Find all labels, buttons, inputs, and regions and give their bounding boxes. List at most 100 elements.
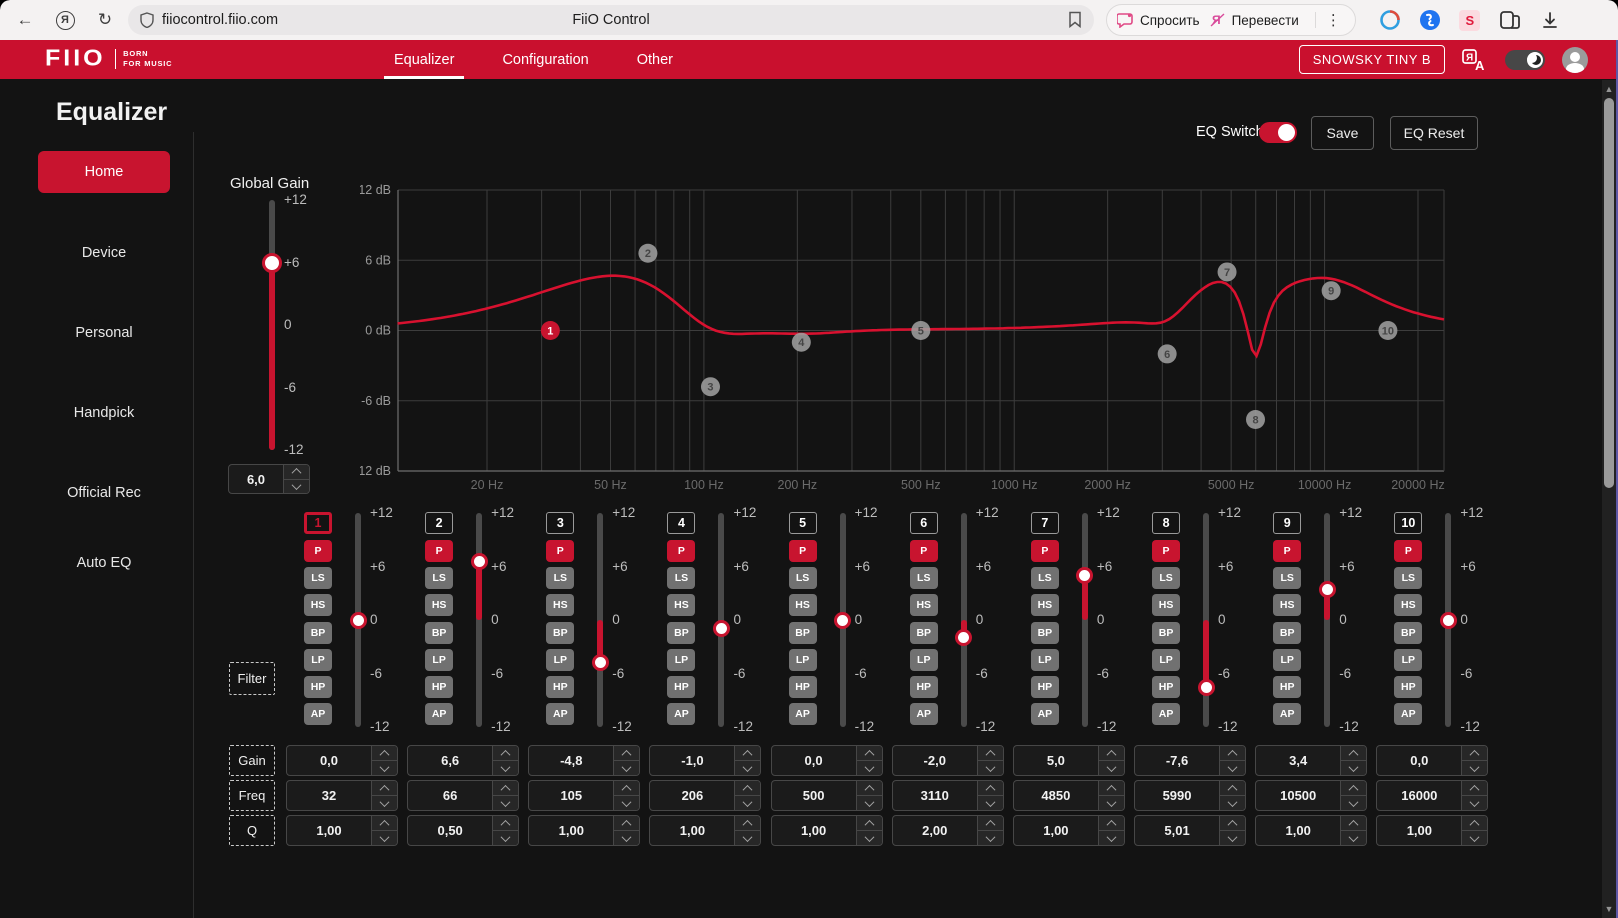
band-2-filter-hs-button[interactable]: HS — [425, 594, 453, 616]
band-6-select-button[interactable]: 6 — [910, 512, 938, 534]
tab-equalizer[interactable]: Equalizer — [392, 40, 456, 79]
band-9-gain-increment[interactable] — [1341, 746, 1366, 761]
band-3-gain-increment[interactable] — [614, 746, 639, 761]
band-10-gain-knob[interactable] — [1440, 612, 1457, 629]
band-marker-9[interactable]: 9 — [1322, 281, 1341, 300]
band-5-gain-decrement[interactable] — [857, 761, 882, 775]
band-9-q-decrement[interactable] — [1341, 831, 1366, 845]
band-4-q-decrement[interactable] — [735, 831, 760, 845]
band-5-q-increment[interactable] — [857, 816, 882, 831]
band-4-q-value[interactable]: 1,00 — [650, 816, 734, 845]
tab-groups-icon[interactable] — [1498, 8, 1522, 32]
band-5-filter-ap-button[interactable]: AP — [789, 703, 817, 725]
band-2-q-value[interactable]: 0,50 — [408, 816, 492, 845]
band-marker-8[interactable]: 8 — [1246, 410, 1265, 429]
band-1-freq-value[interactable]: 32 — [287, 781, 371, 810]
band-2-q-decrement[interactable] — [493, 831, 518, 845]
more-options-icon[interactable]: ⋮ — [1322, 11, 1345, 29]
band-3-select-button[interactable]: 3 — [546, 512, 574, 534]
band-1-gain-knob[interactable] — [350, 612, 367, 629]
band-4-freq-value[interactable]: 206 — [650, 781, 734, 810]
band-5-select-button[interactable]: 5 — [789, 512, 817, 534]
scrollbar-thumb[interactable] — [1604, 98, 1614, 488]
band-4-filter-hp-button[interactable]: HP — [667, 676, 695, 698]
band-10-gain-value[interactable]: 0,0 — [1377, 746, 1461, 775]
band-5-freq-value[interactable]: 500 — [772, 781, 856, 810]
sidebar-item-auto-eq[interactable]: Auto EQ — [38, 542, 170, 584]
save-button[interactable]: Save — [1311, 116, 1374, 150]
user-avatar[interactable] — [1562, 47, 1588, 73]
global-gain-increment[interactable] — [284, 465, 309, 480]
band-marker-1[interactable]: 1 — [541, 321, 560, 340]
band-6-gain-knob[interactable] — [955, 629, 972, 646]
band-5-freq-increment[interactable] — [857, 781, 882, 796]
band-4-gain-value[interactable]: -1,0 — [650, 746, 734, 775]
band-7-freq-value[interactable]: 4850 — [1014, 781, 1098, 810]
band-5-filter-ls-button[interactable]: LS — [789, 567, 817, 589]
band-1-filter-ls-button[interactable]: LS — [304, 567, 332, 589]
band-8-gain-decrement[interactable] — [1220, 761, 1245, 775]
band-8-q-value[interactable]: 5,01 — [1135, 816, 1219, 845]
band-10-filter-hp-button[interactable]: HP — [1394, 676, 1422, 698]
band-2-gain-increment[interactable] — [493, 746, 518, 761]
extension-circle-icon[interactable] — [1378, 8, 1402, 32]
band-3-gain-value[interactable]: -4,8 — [529, 746, 613, 775]
band-1-filter-ap-button[interactable]: AP — [304, 703, 332, 725]
band-marker-4[interactable]: 4 — [792, 333, 811, 352]
address-bar[interactable]: fiiocontrol.fiio.com FiiO Control — [128, 5, 1094, 35]
band-marker-10[interactable]: 10 — [1378, 321, 1397, 340]
band-6-filter-ap-button[interactable]: AP — [910, 703, 938, 725]
band-1-filter-hp-button[interactable]: HP — [304, 676, 332, 698]
band-9-q-increment[interactable] — [1341, 816, 1366, 831]
band-4-filter-hs-button[interactable]: HS — [667, 594, 695, 616]
band-10-gain-decrement[interactable] — [1462, 761, 1487, 775]
ask-button[interactable]: Спросить — [1140, 13, 1200, 28]
band-9-filter-hs-button[interactable]: HS — [1273, 594, 1301, 616]
band-9-q-value[interactable]: 1,00 — [1256, 816, 1340, 845]
band-1-freq-increment[interactable] — [372, 781, 397, 796]
band-6-gain-increment[interactable] — [978, 746, 1003, 761]
band-7-filter-p-button[interactable]: P — [1031, 540, 1059, 562]
band-3-q-decrement[interactable] — [614, 831, 639, 845]
band-5-filter-lp-button[interactable]: LP — [789, 649, 817, 671]
band-3-freq-decrement[interactable] — [614, 796, 639, 810]
language-translate-icon[interactable]: ЯA — [1462, 49, 1488, 71]
band-7-filter-ap-button[interactable]: AP — [1031, 703, 1059, 725]
band-7-filter-hp-button[interactable]: HP — [1031, 676, 1059, 698]
band-7-gain-increment[interactable] — [1099, 746, 1124, 761]
band-8-filter-p-button[interactable]: P — [1152, 540, 1180, 562]
scroll-down-arrow[interactable]: ▼ — [1604, 904, 1614, 914]
eq-reset-button[interactable]: EQ Reset — [1390, 116, 1478, 150]
band-4-filter-p-button[interactable]: P — [667, 540, 695, 562]
band-9-gain-decrement[interactable] — [1341, 761, 1366, 775]
band-7-filter-bp-button[interactable]: BP — [1031, 622, 1059, 644]
band-8-gain-value[interactable]: -7,6 — [1135, 746, 1219, 775]
band-2-gain-value[interactable]: 6,6 — [408, 746, 492, 775]
global-gain-knob[interactable] — [262, 253, 282, 273]
band-2-gain-decrement[interactable] — [493, 761, 518, 775]
band-7-gain-value[interactable]: 5,0 — [1014, 746, 1098, 775]
band-3-freq-increment[interactable] — [614, 781, 639, 796]
band-6-filter-ls-button[interactable]: LS — [910, 567, 938, 589]
band-1-q-decrement[interactable] — [372, 831, 397, 845]
band-2-filter-ls-button[interactable]: LS — [425, 567, 453, 589]
band-9-freq-increment[interactable] — [1341, 781, 1366, 796]
band-2-gain-track[interactable] — [476, 513, 482, 727]
band-marker-7[interactable]: 7 — [1218, 262, 1237, 281]
band-8-filter-ap-button[interactable]: AP — [1152, 703, 1180, 725]
band-2-filter-ap-button[interactable]: AP — [425, 703, 453, 725]
band-10-filter-bp-button[interactable]: BP — [1394, 622, 1422, 644]
eq-switch-toggle[interactable] — [1259, 122, 1297, 143]
band-9-filter-bp-button[interactable]: BP — [1273, 622, 1301, 644]
band-3-filter-hs-button[interactable]: HS — [546, 594, 574, 616]
band-2-freq-decrement[interactable] — [493, 796, 518, 810]
yandex-home-icon[interactable]: Я — [52, 7, 78, 33]
band-3-gain-decrement[interactable] — [614, 761, 639, 775]
band-2-filter-hp-button[interactable]: HP — [425, 676, 453, 698]
band-1-gain-decrement[interactable] — [372, 761, 397, 775]
band-7-gain-track[interactable] — [1082, 513, 1088, 727]
band-6-freq-value[interactable]: 3110 — [893, 781, 977, 810]
band-4-q-increment[interactable] — [735, 816, 760, 831]
translate-button[interactable]: Перевести — [1232, 13, 1299, 28]
band-4-freq-increment[interactable] — [735, 781, 760, 796]
